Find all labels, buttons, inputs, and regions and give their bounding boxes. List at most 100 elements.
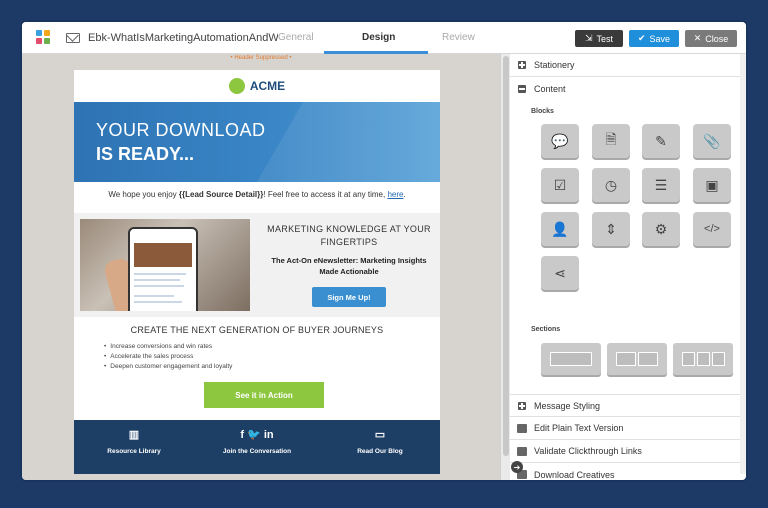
newsletter-promo[interactable]: MARKETING KNOWLEDGE AT YOUR FINGERTIPS T…	[74, 213, 440, 317]
column-icon	[616, 352, 636, 366]
paperclip-icon: 📎	[703, 132, 721, 149]
panel-scrollbar[interactable]	[740, 54, 746, 474]
benefits-list: Increase conversions and win rates Accel…	[104, 342, 232, 372]
save-button[interactable]: ✔ Save	[629, 30, 679, 47]
clock-icon: ◷	[604, 176, 618, 193]
edit-plain-text-item[interactable]: Edit Plain Text Version	[510, 417, 746, 440]
chat-icon: ▭	[374, 429, 386, 441]
close-icon: ✕	[693, 33, 702, 43]
canvas-scrollbar[interactable]	[500, 54, 510, 480]
checkmark-icon: ✔	[637, 33, 646, 43]
personalization-block-button[interactable]: 👤	[541, 212, 579, 246]
hero-line-2: IS READY...	[96, 144, 195, 164]
footer-join-conversation[interactable]: f 🐦 in Join the Conversation	[212, 428, 302, 455]
text-block-button[interactable]: 💬	[541, 124, 579, 158]
content-section[interactable]: Content	[510, 77, 746, 100]
promo-subtitle: The Act-On eNewsletter: Marketing Insigh…	[271, 256, 427, 276]
stationery-section[interactable]: Stationery	[510, 54, 746, 77]
intro-text-end: .	[403, 190, 406, 199]
content-label: Content	[534, 83, 566, 94]
email-body[interactable]: ACME YOUR DOWNLOAD IS READY... We hope y…	[74, 70, 440, 474]
expand-icon	[518, 401, 526, 410]
attachment-block-button[interactable]: 📎	[693, 124, 731, 158]
phone-graphic	[128, 227, 198, 311]
email-canvas[interactable]: • Header Suppressed • ACME YOUR DOWNLOAD…	[22, 54, 500, 480]
document-block-button[interactable]: 🗎	[592, 124, 630, 158]
top-bar: Ebk-WhatIsMarketingAutomationAndW... Gen…	[22, 22, 746, 54]
close-button-label: Close	[705, 33, 729, 44]
list-icon: ☰	[654, 176, 668, 193]
document-icon: 🗎	[605, 131, 617, 147]
canvas-scrollbar-thumb[interactable]	[503, 56, 509, 456]
list-block-button[interactable]: ☰	[642, 168, 680, 202]
spacer-block-button[interactable]: ⇕	[592, 212, 630, 246]
three-column-section-button[interactable]	[673, 343, 733, 375]
column-icon	[681, 352, 695, 366]
collapse-icon	[518, 84, 526, 93]
tab-review[interactable]: Review	[442, 32, 475, 43]
intro-text-middle: ! Feel free to access it at any time,	[263, 190, 388, 199]
download-creatives-label: Download Creatives	[534, 469, 615, 480]
message-styling-label: Message Styling	[534, 400, 601, 411]
email-footer[interactable]: ▥ Resource Library f 🐦 in Join the Conve…	[74, 420, 440, 474]
arrow-right-icon[interactable]: ➔	[511, 461, 523, 473]
list-item: Deepen customer engagement and loyalty	[104, 362, 232, 372]
form-block-button[interactable]: ☑	[541, 168, 579, 202]
settings-block-button[interactable]: ⚙	[642, 212, 680, 246]
share-block-button[interactable]: ⋖	[541, 256, 579, 290]
one-column-section-button[interactable]	[541, 343, 601, 375]
share-icon: ⋖	[554, 264, 566, 281]
here-link[interactable]: here	[387, 190, 403, 199]
app-logo-icon[interactable]	[36, 30, 52, 46]
column-icon	[550, 352, 592, 366]
hero-banner[interactable]: YOUR DOWNLOAD IS READY...	[74, 102, 440, 182]
message-styling-section[interactable]: Message Styling	[510, 394, 746, 417]
social-icons: f 🐦 in	[240, 429, 274, 441]
sign-up-button[interactable]: Sign Me Up!	[312, 287, 386, 307]
list-item: Increase conversions and win rates	[104, 342, 232, 352]
library-icon: ▥	[128, 429, 140, 441]
validate-links-icon	[517, 446, 527, 456]
email-envelope-icon	[66, 33, 80, 43]
header-suppressed-label: • Header Suppressed •	[230, 55, 292, 61]
footer-resource-library[interactable]: ▥ Resource Library	[94, 428, 174, 455]
test-button[interactable]: ⇲ Test	[575, 30, 623, 47]
image-icon: ▣	[705, 176, 719, 193]
image-block-button[interactable]: ▣	[693, 168, 731, 202]
speech-bubble-icon: 💬	[551, 132, 569, 149]
code-icon: </>	[704, 223, 720, 235]
countdown-block-button[interactable]: ◷	[592, 168, 630, 202]
column-icon	[638, 352, 658, 366]
hero-line-1: YOUR DOWNLOAD	[96, 120, 266, 140]
footer-label: Resource Library	[107, 448, 161, 455]
download-creatives-item[interactable]: Download Creatives	[510, 463, 746, 480]
sections-label: Sections	[531, 326, 561, 333]
list-item: Accelerate the sales process	[104, 352, 232, 362]
test-button-label: Test	[596, 33, 614, 44]
edit-plain-text-label: Edit Plain Text Version	[534, 423, 624, 433]
stationery-label: Stationery	[534, 60, 575, 70]
close-button[interactable]: ✕ Close	[685, 30, 737, 47]
tab-general[interactable]: General	[278, 32, 314, 43]
edit-block-button[interactable]: ✎	[642, 124, 680, 158]
footer-read-blog[interactable]: ▭ Read Our Blog	[340, 428, 420, 455]
see-it-in-action-button[interactable]: See it in Action	[204, 382, 324, 408]
expand-icon	[518, 61, 526, 69]
column-icon	[711, 352, 725, 366]
brand-header[interactable]: ACME	[74, 70, 440, 102]
footer-label: Join the Conversation	[222, 448, 292, 455]
plain-text-icon	[517, 423, 527, 433]
two-column-section-button[interactable]	[607, 343, 667, 375]
code-block-button[interactable]: </>	[693, 212, 731, 246]
brand-logo-icon	[228, 78, 245, 94]
intro-text-start: We hope you enjoy	[108, 190, 179, 199]
phone-photo	[80, 219, 250, 311]
test-icon: ⇲	[584, 33, 593, 43]
intro-text[interactable]: We hope you enjoy {{Lead Source Detail}}…	[74, 190, 440, 199]
person-icon: 👤	[551, 220, 569, 237]
promo-title: MARKETING KNOWLEDGE AT YOUR FINGERTIPS	[267, 224, 431, 247]
tab-design[interactable]: Design	[362, 32, 395, 43]
journeys-heading: CREATE THE NEXT GENERATION OF BUYER JOUR…	[130, 325, 384, 335]
hero-decoration	[245, 102, 440, 182]
validate-links-item[interactable]: Validate Clickthrough Links	[510, 440, 746, 463]
